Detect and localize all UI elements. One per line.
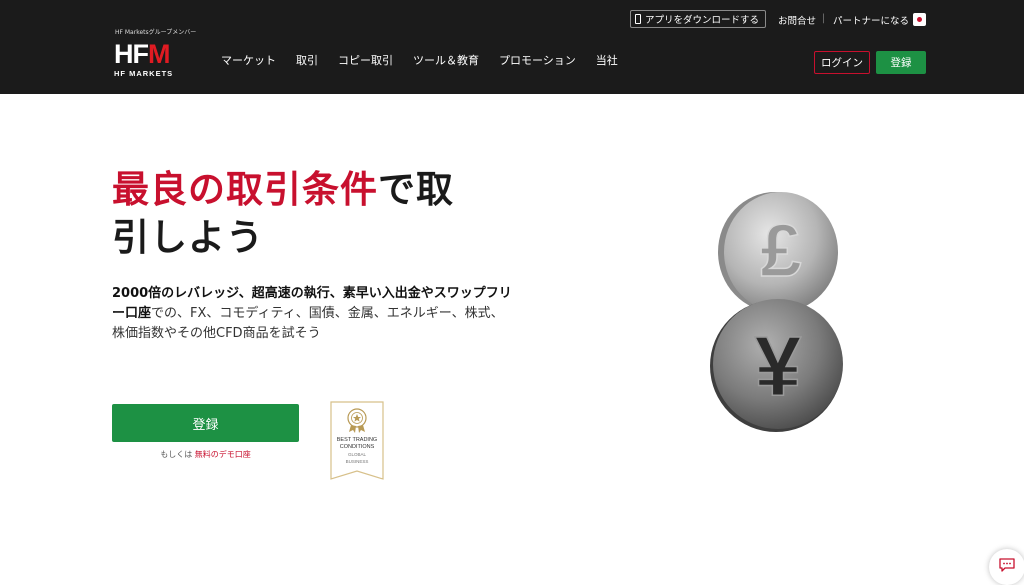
app-download-label: アプリをダウンロードする — [645, 15, 760, 26]
demo-account-link[interactable]: 無料のデモ口座 — [195, 450, 251, 459]
award-line-3: GLOBAL — [347, 452, 366, 457]
award-line-4: BUSINESS — [345, 459, 369, 464]
hero-title-highlight: 最良の取引条件 — [112, 168, 378, 211]
nav-item-trading[interactable]: 取引 — [296, 52, 318, 68]
app-download-button[interactable]: アプリをダウンロードする — [630, 10, 767, 28]
register-cta-button[interactable]: 登録 — [112, 404, 299, 442]
chat-button[interactable] — [989, 549, 1024, 585]
login-button[interactable]: ログイン — [814, 51, 870, 74]
register-button[interactable]: 登録 — [876, 51, 926, 74]
award-line-2: CONDITIONS — [339, 444, 375, 450]
logo-m: M — [148, 39, 170, 69]
phone-icon — [635, 14, 641, 24]
award-badge: BEST TRADING CONDITIONS GLOBAL BUSINESS — [330, 401, 384, 480]
nav-item-promotions[interactable]: プロモーション — [499, 52, 576, 68]
nav-item-copy-trading[interactable]: コピー取引 — [338, 52, 393, 68]
hero-description: 2000倍のレバレッジ、超高速の執行、素早い入出金やスワップフリー口座での、FX… — [112, 284, 512, 344]
logo-subtitle: HF MARKETS — [114, 69, 174, 78]
contact-link[interactable]: お問合せ — [778, 13, 816, 27]
demo-prefix: もしくは — [160, 450, 193, 459]
logo-hf: HF — [114, 39, 149, 69]
nav-item-tools-education[interactable]: ツール＆教育 — [413, 52, 479, 68]
hero-title-rest-2: 引しよう — [112, 216, 264, 259]
chat-icon — [999, 558, 1015, 572]
group-member-label: HF Marketsグループメンバー — [115, 29, 197, 36]
nav-item-company[interactable]: 当社 — [596, 52, 618, 68]
hero-title-rest-1: で取 — [378, 168, 454, 211]
demo-account-line: もしくは 無料のデモ口座 — [112, 449, 299, 460]
main-nav: マーケット 取引 コピー取引 ツール＆教育 プロモーション 当社 — [221, 52, 618, 68]
japan-flag-icon[interactable] — [913, 13, 926, 26]
hfm-logo[interactable]: HFM HF MARKETS — [114, 41, 186, 79]
currency-coins-illustration: £ ¥ — [710, 192, 843, 432]
pound-symbol: £ — [760, 209, 801, 292]
nav-item-markets[interactable]: マーケット — [221, 52, 276, 68]
hero-title: 最良の取引条件で取引しよう — [112, 166, 532, 262]
top-header: アプリをダウンロードする お問合せ | パートナーになる HF Marketsグ… — [0, 0, 1024, 94]
partner-link[interactable]: パートナーになる — [833, 13, 909, 27]
yen-symbol: ¥ — [755, 319, 802, 413]
award-line-1: BEST TRADING — [336, 437, 378, 443]
hero-description-rest: での、FX、コモディティ、国債、金属、エネルギー、株式、株価指数やその他CFD商… — [112, 306, 504, 341]
divider: | — [822, 13, 826, 24]
